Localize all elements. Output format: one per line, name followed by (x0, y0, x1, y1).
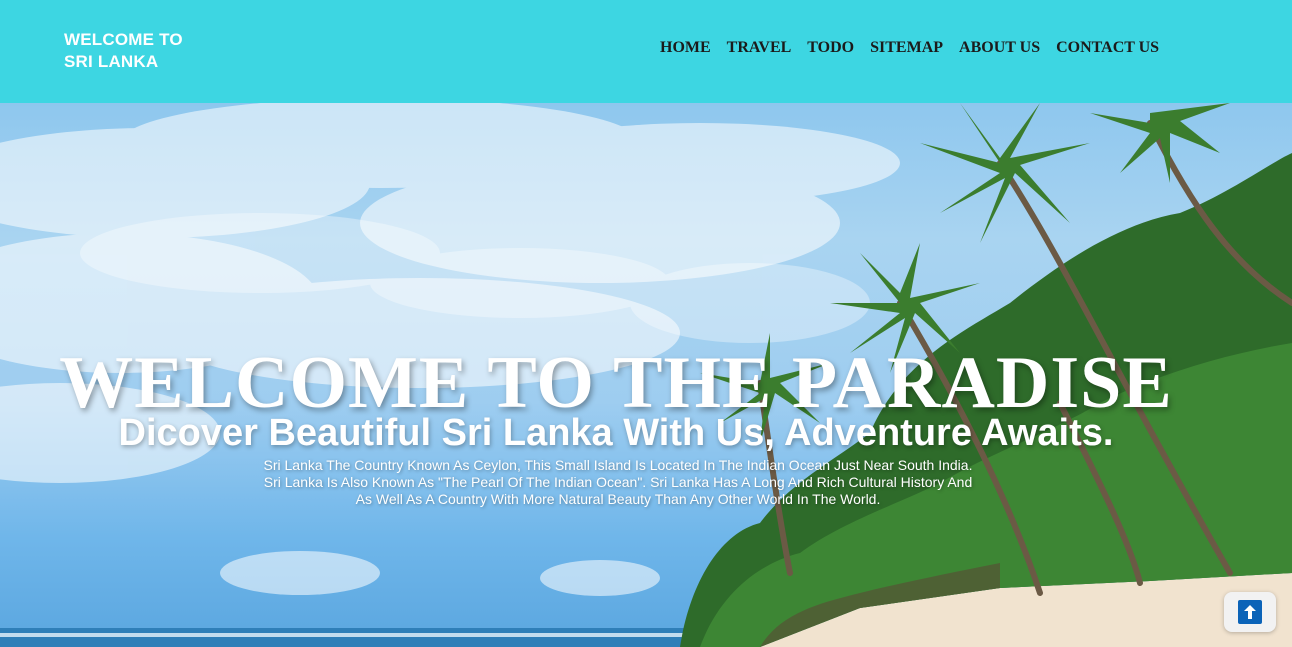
site-header: WELCOME TO SRI LANKA HOME TRAVEL TODO SI… (0, 0, 1292, 103)
nav-sitemap[interactable]: SITEMAP (870, 39, 943, 57)
hero-description-line-1: Sri Lanka The Country Known As Ceylon, T… (263, 457, 973, 473)
nav-about-us[interactable]: ABOUT US (959, 39, 1040, 57)
nav-contact-us[interactable]: CONTACT US (1056, 39, 1159, 57)
hero-description-line-2: Sri Lanka Is Also Known As "The Pearl Of… (263, 474, 973, 490)
hero-description-line-3: As Well As A Country With More Natural B… (355, 491, 881, 507)
main-nav: HOME TRAVEL TODO SITEMAP ABOUT US CONTAC… (660, 39, 1175, 57)
hero-description: Sri Lanka The Country Known As Ceylon, T… (230, 457, 1006, 508)
logo-line-1: WELCOME TO (64, 30, 183, 49)
hero-section: WELCOME TO THE PARADISE Dicover Beautifu… (0, 103, 1292, 647)
nav-todo[interactable]: TODO (807, 39, 854, 57)
arrow-up-icon (1238, 600, 1262, 624)
scroll-to-top-button[interactable] (1224, 592, 1276, 632)
site-logo[interactable]: WELCOME TO SRI LANKA (64, 29, 183, 73)
nav-travel[interactable]: TRAVEL (727, 39, 792, 57)
logo-line-2: SRI LANKA (64, 52, 159, 71)
nav-home[interactable]: HOME (660, 39, 711, 57)
hero-subtitle: Dicover Beautiful Sri Lanka With Us, Adv… (118, 411, 1114, 454)
